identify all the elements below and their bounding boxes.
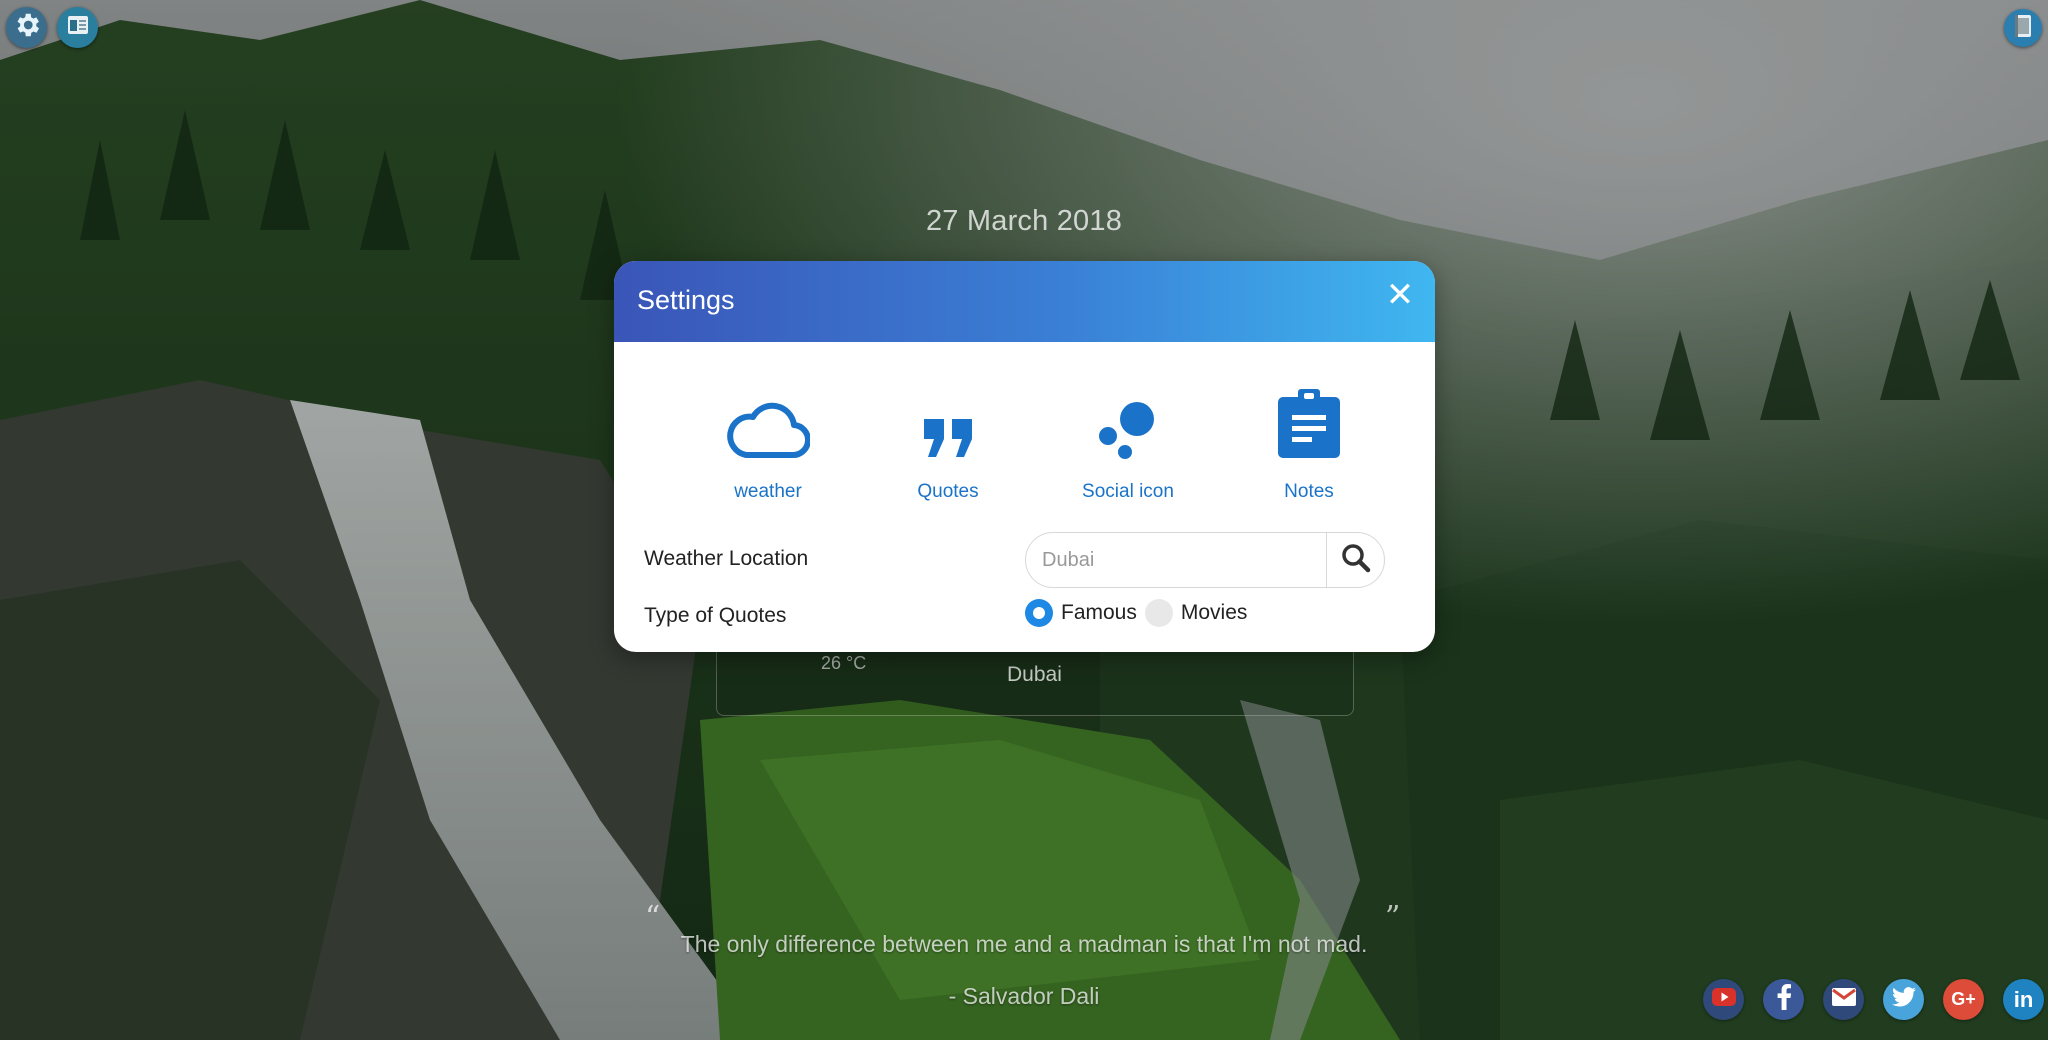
quotes-type-label: Type of Quotes: [644, 604, 787, 627]
facebook-icon: [1776, 984, 1792, 1015]
weather-location-search: [1025, 532, 1385, 588]
social-dots-icon: [1058, 379, 1198, 459]
quote-open-mark: “: [645, 900, 661, 935]
quote-text: The only difference between me and a mad…: [680, 931, 1368, 957]
feature-notes[interactable]: Notes: [1239, 379, 1379, 503]
feature-toggles: weather Quotes Social icon Notes: [614, 379, 1435, 502]
feature-social-label: Social icon: [1082, 481, 1174, 502]
radio-movies[interactable]: [1144, 599, 1173, 627]
settings-button[interactable]: [6, 7, 47, 48]
feature-quotes-label: Quotes: [917, 481, 979, 502]
social-links: G+ in: [1703, 979, 2044, 1020]
cloud-icon: [698, 379, 838, 459]
weather-location-input[interactable]: [1026, 533, 1326, 587]
radio-famous[interactable]: [1025, 599, 1053, 627]
weather-city: Dubai: [1007, 663, 1062, 686]
radio-famous-label: Famous: [1061, 601, 1137, 624]
settings-dialog: Settings ✕ weather Quotes Social icon No…: [614, 261, 1435, 652]
clipboard-icon: [1239, 379, 1379, 459]
youtube-link[interactable]: [1703, 979, 1744, 1020]
search-button[interactable]: [1326, 533, 1384, 587]
gmail-link[interactable]: [1823, 979, 1864, 1020]
gear-icon: [12, 10, 42, 45]
feature-notes-label: Notes: [1284, 481, 1334, 502]
quotes-type-options: Famous Movies: [1025, 599, 1255, 627]
youtube-icon: [1711, 988, 1736, 1011]
linkedin-link[interactable]: in: [2003, 979, 2044, 1020]
quote-close-mark: ”: [1385, 900, 1401, 935]
settings-dialog-title: Settings: [637, 285, 735, 315]
google-plus-link[interactable]: G+: [1943, 979, 1984, 1020]
notebook-icon: [2014, 14, 2032, 43]
twitter-link[interactable]: [1883, 979, 1924, 1020]
feature-quotes[interactable]: Quotes: [878, 379, 1018, 503]
feature-weather[interactable]: weather: [698, 379, 838, 503]
google-plus-icon: G+: [1951, 989, 1976, 1009]
close-button[interactable]: ✕: [1385, 278, 1415, 312]
quote-icon: [878, 379, 1018, 459]
settings-dialog-header: Settings ✕: [614, 261, 1435, 342]
linkedin-icon: in: [2013, 986, 2034, 1012]
feature-weather-label: weather: [734, 481, 802, 502]
search-icon: [1341, 543, 1371, 578]
layout-button[interactable]: [57, 7, 98, 48]
weather-temperature: 26 °C: [821, 653, 867, 673]
weather-location-label: Weather Location: [644, 547, 809, 570]
close-icon: ✕: [1385, 276, 1415, 314]
facebook-link[interactable]: [1763, 979, 1804, 1020]
twitter-icon: [1891, 987, 1916, 1012]
radio-movies-label: Movies: [1180, 601, 1248, 624]
feature-social[interactable]: Social icon: [1058, 379, 1198, 503]
mail-icon: [1831, 988, 1856, 1011]
window-layout-icon: [66, 13, 90, 42]
notes-button[interactable]: [2004, 9, 2042, 47]
current-date: 27 March 2018: [925, 205, 1123, 237]
